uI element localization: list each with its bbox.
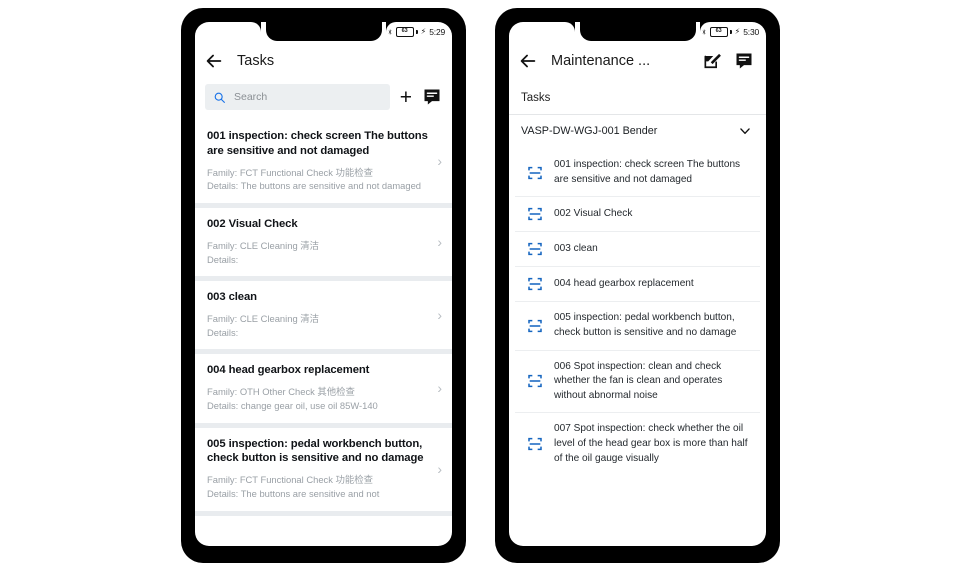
list-item-label: 001 inspection: check screen The buttons… [554,159,741,185]
task-family: Family: FCT Functional Check 功能检查 [207,166,374,178]
task-card-body: 005 inspection: pedal workbench button, … [207,437,431,501]
task-family: Family: OTH Other Check 其他检查 [207,386,355,398]
task-family: Family: CLE Cleaning 清洁 [207,313,320,325]
chevron-right-icon[interactable]: › [431,235,442,249]
appbar-right: Maintenance ... [509,42,766,80]
phone-left-screen: 63 ⚡ 5:29 Tasks Search + 001 inspection:… [195,22,452,546]
list-item-label: 002 Visual Check [554,207,633,219]
task-details: Details: The buttons are sensitive and n… [207,487,380,499]
task-family: Family: FCT Functional Check 功能检查 [207,474,374,486]
chevron-right-icon[interactable]: › [431,308,442,322]
table-row[interactable]: 005 inspection: pedal workbench button, … [195,427,452,511]
status-clock: 5:30 [743,27,759,37]
list-item[interactable]: 002 Visual Check [515,197,760,233]
list-item[interactable]: 003 clean [515,232,760,268]
scan-icon[interactable] [527,436,543,452]
comment-icon[interactable] [422,87,442,107]
chevron-down-icon[interactable] [738,124,752,138]
task-title: 004 head gearbox replacement [207,364,370,377]
status-bar-right: 63 ⚡ 5:30 [509,22,766,42]
list-item-label: 005 inspection: pedal workbench button, … [554,312,737,338]
battery-indicator: 63 [709,27,728,37]
page-title: Maintenance ... [551,53,651,69]
scan-icon[interactable] [527,373,543,389]
task-details: Details: The buttons are sensitive and n… [207,180,422,192]
page-title: Tasks [237,53,275,69]
scan-icon[interactable] [527,318,543,334]
add-task-button[interactable]: + [400,87,412,108]
table-row[interactable]: 002 Visual Check Family: CLE Cleaning 清洁 D… [195,208,452,277]
task-title: 002 Visual Check [207,218,298,231]
list-item[interactable]: 007 Spot inspection: check whether the o… [515,413,760,475]
scan-icon[interactable] [527,241,543,257]
search-icon [214,92,225,103]
battery-tip [416,30,418,34]
battery-indicator: 63 [395,27,414,37]
task-title: 001 inspection: check screen The buttons… [207,130,428,157]
status-clock: 5:29 [429,27,445,37]
scan-icon[interactable] [527,165,543,181]
task-details: Details: change gear oil, use oil 85W-14… [207,399,378,411]
section-label-tasks: Tasks [509,80,766,114]
comment-icon[interactable] [734,51,754,71]
list-item[interactable]: 005 inspection: pedal workbench button, … [515,302,760,351]
back-arrow-icon[interactable] [517,50,539,72]
list-item[interactable]: 001 inspection: check screen The buttons… [515,149,760,198]
charging-bolt-icon: ⚡ [734,27,741,36]
list-item[interactable]: 006 Spot inspection: clean and check whe… [515,351,760,414]
task-family: Family: CLE Cleaning 清洁 [207,239,320,251]
phone-right: 63 ⚡ 5:30 Maintenance ... Tasks VASP-DW-… [495,8,780,563]
equipment-group-row[interactable]: VASP-DW-WGJ-001 Bender [509,115,766,149]
back-arrow-icon[interactable] [203,50,225,72]
task-card-list: 001 inspection: check screen The buttons… [195,120,452,516]
list-item-label: 006 Spot inspection: clean and check whe… [554,360,723,401]
task-item-list: 001 inspection: check screen The buttons… [515,149,760,476]
status-bar-left: 63 ⚡ 5:29 [195,22,452,42]
chevron-right-icon[interactable]: › [431,462,442,476]
list-item-label: 004 head gearbox replacement [554,277,694,289]
chevron-right-icon[interactable]: › [431,381,442,395]
task-title: 005 inspection: pedal workbench button, … [207,437,424,465]
appbar-left: Tasks [195,42,452,80]
scan-icon[interactable] [527,206,543,222]
phone-right-screen: 63 ⚡ 5:30 Maintenance ... Tasks VASP-DW-… [509,22,766,546]
equipment-group-name: VASP-DW-WGJ-001 Bender [521,125,658,137]
screenshot-stage: 63 ⚡ 5:29 Tasks Search + 001 inspection:… [0,0,955,571]
task-details: Details: [207,326,239,338]
task-card-body: 004 head gearbox replacement Family: OTH … [207,363,431,412]
appbar-actions [702,51,758,71]
battery-tip [730,30,732,34]
task-card-body: 003 clean Family: CLE Cleaning 清洁 Details: [207,290,431,339]
bluetooth-icon [388,29,392,35]
task-title: 003 clean [207,291,257,304]
chevron-right-icon[interactable]: › [431,154,442,168]
task-card-body: 001 inspection: check screen The buttons… [207,129,431,193]
list-item[interactable]: 004 head gearbox replacement [515,267,760,303]
scan-icon[interactable] [527,276,543,292]
table-row[interactable]: 004 head gearbox replacement Family: OTH … [195,354,452,423]
list-item-label: 003 clean [554,242,598,254]
table-row[interactable]: 001 inspection: check screen The buttons… [195,120,452,204]
edit-square-icon[interactable] [702,51,722,71]
bluetooth-icon [702,29,706,35]
charging-bolt-icon: ⚡ [420,27,427,36]
search-row: Search + [195,80,452,120]
task-details: Details: [207,253,239,265]
task-card-body: 002 Visual Check Family: CLE Cleaning 清洁 D… [207,217,431,266]
table-row[interactable]: 003 clean Family: CLE Cleaning 清洁 Details:… [195,281,452,350]
phone-left: 63 ⚡ 5:29 Tasks Search + 001 inspection:… [181,8,466,563]
search-placeholder: Search [234,91,268,103]
list-item-label: 007 Spot inspection: check whether the o… [554,423,748,464]
search-input[interactable]: Search [205,84,390,110]
